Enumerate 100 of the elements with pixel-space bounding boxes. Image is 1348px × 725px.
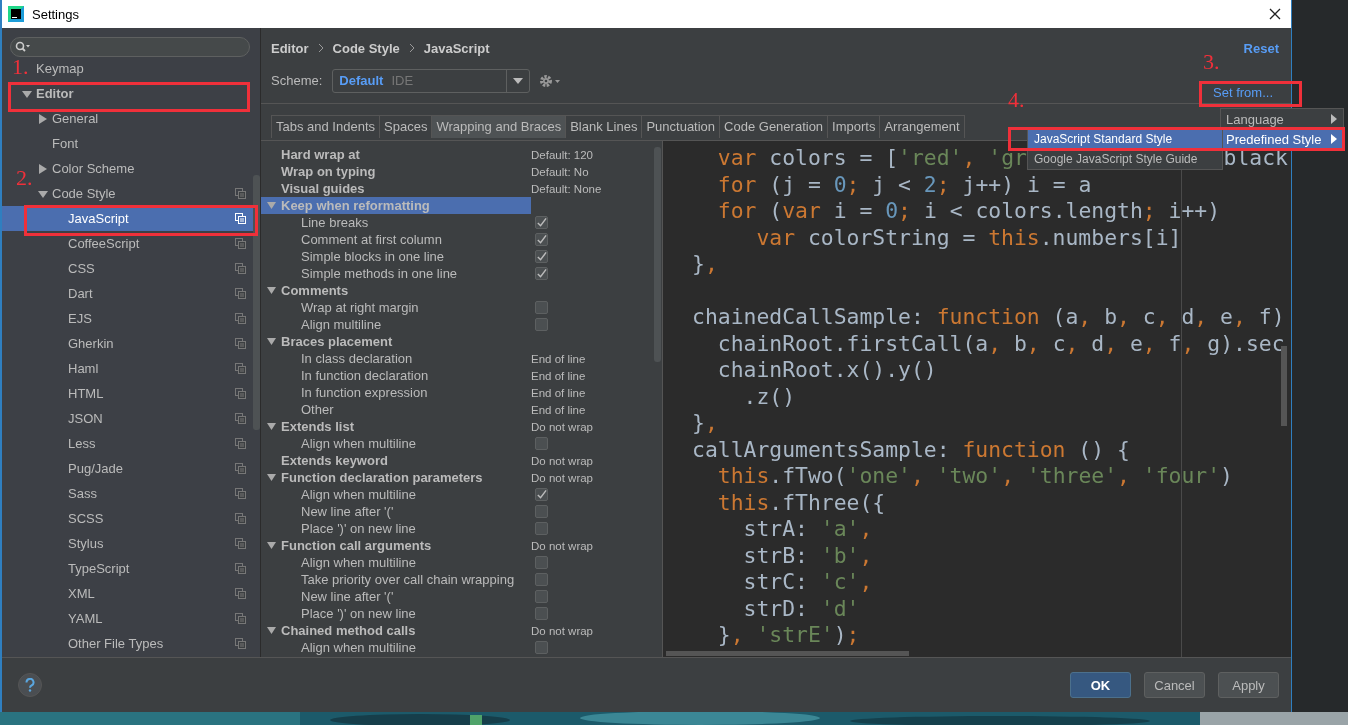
help-button[interactable] — [18, 673, 42, 697]
tree-item[interactable]: Dart — [68, 286, 93, 301]
collapse-arrow-icon[interactable] — [266, 422, 276, 431]
tree-item[interactable]: General — [52, 111, 99, 126]
option-label[interactable]: In class declaration — [281, 350, 531, 367]
tree-item[interactable]: TypeScript — [68, 561, 130, 576]
option-value[interactable]: Default: None — [531, 182, 602, 195]
checkbox[interactable] — [535, 267, 548, 281]
option-label[interactable]: Simple blocks in one line — [281, 248, 531, 265]
option-label[interactable]: Align when multiline — [281, 554, 531, 571]
checkbox[interactable] — [535, 607, 548, 621]
option-label[interactable]: Align when multiline — [281, 486, 531, 503]
tree-item[interactable]: JSON — [68, 411, 103, 426]
option-label[interactable]: Align multiline — [281, 316, 531, 333]
option-label[interactable]: Line breaks — [281, 214, 531, 231]
checkbox[interactable] — [535, 318, 548, 332]
tree-item[interactable]: Code Style — [52, 186, 116, 201]
tree-item[interactable]: CoffeeScript — [68, 236, 140, 251]
option-label[interactable]: Place ')' on new line — [281, 520, 531, 537]
collapse-arrow-icon[interactable] — [266, 541, 276, 550]
tree-item[interactable]: Other File Types — [68, 636, 164, 651]
tree-item[interactable]: Gherkin — [68, 336, 114, 351]
tab[interactable]: Wrapping and Braces — [431, 115, 566, 138]
menu-item[interactable]: Language — [1221, 109, 1343, 129]
scrollbar[interactable] — [1281, 346, 1287, 426]
tree-item[interactable]: Sass — [68, 486, 97, 501]
tab[interactable]: Tabs and Indents — [271, 115, 380, 138]
scrollbar[interactable] — [253, 175, 260, 430]
option-value[interactable]: Do not wrap — [531, 471, 593, 484]
tree-item[interactable]: Keymap — [36, 61, 84, 76]
tree-item[interactable]: JavaScript — [68, 211, 129, 226]
search-field[interactable] — [10, 37, 250, 57]
option-label[interactable]: Align when multiline — [281, 639, 531, 656]
dialog-button[interactable]: Cancel — [1144, 672, 1205, 698]
tree-item[interactable]: Color Scheme — [52, 161, 135, 176]
option-label[interactable]: Function call arguments — [281, 537, 531, 554]
option-label[interactable]: New line after '(' — [281, 588, 531, 605]
option-label[interactable]: Function declaration parameters — [281, 469, 531, 486]
tab[interactable]: Blank Lines — [565, 115, 642, 138]
collapse-arrow-icon[interactable] — [22, 88, 32, 99]
option-label[interactable]: Other — [281, 401, 531, 418]
checkbox[interactable] — [535, 301, 548, 315]
collapse-arrow-icon[interactable] — [266, 473, 276, 482]
option-value[interactable]: End of line — [531, 369, 586, 382]
option-value[interactable]: End of line — [531, 352, 586, 365]
tree-item[interactable]: Font — [52, 136, 78, 151]
collapse-arrow-icon[interactable] — [38, 188, 48, 199]
option-label[interactable]: In function expression — [281, 384, 531, 401]
dropdown-arrow-icon[interactable] — [513, 77, 524, 84]
tree-item[interactable]: Haml — [68, 361, 99, 376]
tab[interactable]: Code Generation — [719, 115, 828, 138]
tab[interactable]: Imports — [827, 115, 880, 138]
checkbox[interactable] — [535, 641, 548, 655]
option-label[interactable]: Wrap at right margin — [281, 299, 531, 316]
option-value[interactable]: End of line — [531, 403, 586, 416]
option-value[interactable]: Do not wrap — [531, 454, 593, 467]
menu-item[interactable]: Google JavaScript Style Guide — [1028, 149, 1222, 169]
option-label[interactable]: Align when multiline — [281, 435, 531, 452]
collapse-arrow-icon[interactable] — [266, 286, 276, 295]
tab[interactable]: Punctuation — [641, 115, 720, 138]
tree-item[interactable]: CSS — [68, 261, 95, 276]
option-value[interactable]: Do not wrap — [531, 539, 593, 552]
option-label[interactable]: Visual guides — [281, 180, 531, 197]
scrollbar[interactable] — [654, 147, 661, 362]
scrollbar[interactable] — [666, 651, 909, 656]
close-icon[interactable] — [1269, 8, 1281, 20]
scheme-dropdown[interactable]: Default IDE — [332, 68, 531, 93]
tree-item[interactable]: EJS — [68, 311, 92, 326]
checkbox[interactable] — [535, 250, 548, 264]
set-from-link[interactable]: Set from... — [1213, 85, 1273, 100]
tab[interactable]: Arrangement — [879, 115, 965, 138]
checkbox[interactable] — [535, 573, 548, 587]
tree-item[interactable]: Stylus — [68, 536, 104, 551]
option-label[interactable]: Comment at first column — [281, 231, 531, 248]
menu-item[interactable]: JavaScript Standard Style — [1028, 129, 1222, 149]
checkbox[interactable] — [535, 556, 548, 570]
option-value[interactable]: Do not wrap — [531, 624, 593, 637]
tree-item[interactable]: HTML — [68, 386, 104, 401]
tab[interactable]: Spaces — [379, 115, 432, 138]
collapse-arrow-icon[interactable] — [266, 626, 276, 635]
dialog-button[interactable]: OK — [1070, 672, 1131, 698]
option-value[interactable]: Default: 120 — [531, 148, 593, 161]
option-label[interactable]: In function declaration — [281, 367, 531, 384]
checkbox[interactable] — [535, 437, 548, 451]
gear-icon[interactable] — [539, 73, 562, 88]
option-value[interactable]: End of line — [531, 386, 586, 399]
tree-item[interactable]: XML — [68, 586, 95, 601]
reset-link[interactable]: Reset — [1243, 40, 1279, 56]
collapse-arrow-icon[interactable] — [266, 337, 276, 346]
expand-arrow-icon[interactable] — [38, 113, 48, 124]
option-label[interactable]: Extends keyword — [281, 452, 531, 469]
expand-arrow-icon[interactable] — [38, 163, 48, 174]
checkbox[interactable] — [535, 488, 548, 502]
option-label[interactable]: Braces placement — [281, 333, 531, 350]
collapse-arrow-icon[interactable] — [266, 201, 276, 210]
option-label[interactable]: Extends list — [281, 418, 531, 435]
dialog-button[interactable]: Apply — [1218, 672, 1279, 698]
tree-item[interactable]: Pug/Jade — [68, 461, 123, 476]
tree-item[interactable]: Editor — [36, 86, 74, 101]
option-label[interactable]: Hard wrap at — [281, 146, 531, 163]
